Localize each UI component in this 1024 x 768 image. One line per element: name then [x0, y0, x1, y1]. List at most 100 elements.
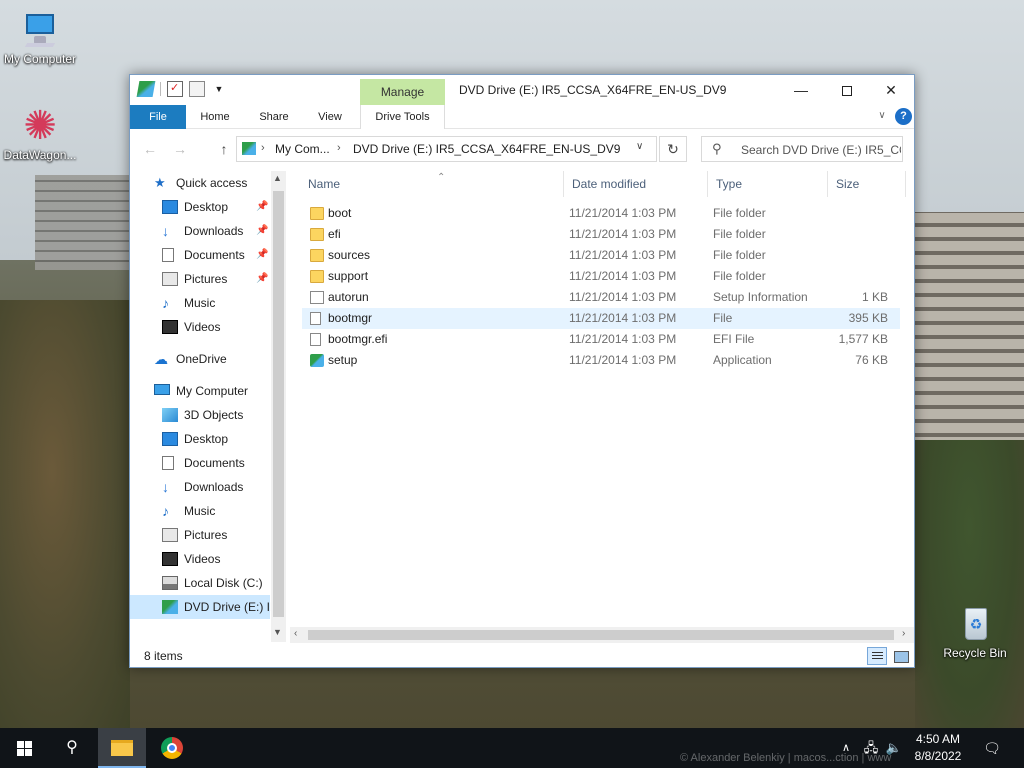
file-size: 1 KB	[861, 290, 888, 304]
navigation-pane-scrollbar[interactable]: ▲ ▼	[271, 171, 286, 642]
sidebar-item[interactable]: ♪ Music	[130, 291, 270, 315]
sidebar-item[interactable]: ♪ Music	[130, 499, 270, 523]
sidebar-item[interactable]: My Computer	[130, 379, 270, 403]
sidebar-item[interactable]: Desktop 📌	[130, 195, 270, 219]
file-type: EFI File	[713, 332, 755, 346]
table-row[interactable]: bootmgr.efi 11/21/2014 1:03 PM EFI File 1,5…	[302, 329, 900, 350]
help-icon[interactable]: ?	[895, 108, 912, 125]
breadcrumb-my-computer[interactable]: My Com...	[275, 142, 330, 156]
sidebar-item[interactable]: ↓ Downloads 📌	[130, 219, 270, 243]
table-row[interactable]: boot 11/21/2014 1:03 PM File folder	[302, 203, 900, 224]
sidebar-item-label: Downloads	[184, 480, 244, 494]
new-folder-icon[interactable]	[189, 81, 205, 97]
table-row[interactable]: setup 11/21/2014 1:03 PM Application 76 KB	[302, 350, 900, 371]
sidebar-item[interactable]: Documents 📌	[130, 243, 270, 267]
sidebar-item[interactable]: 3D Objects	[130, 403, 270, 427]
tab-drive-tools[interactable]: Drive Tools	[360, 105, 445, 129]
file-explorer-window: ▼ Manage DVD Drive (E:) IR5_CCSA_X64FRE_…	[129, 74, 915, 668]
desktop-icon	[162, 432, 178, 446]
tab-view[interactable]: View	[308, 105, 352, 129]
expand-ribbon-chevron-icon[interactable]: ∨	[875, 109, 889, 123]
file-list: Name ⌃ Date modified Type Size boot 11/21…	[290, 171, 914, 641]
table-row[interactable]: efi 11/21/2014 1:03 PM File folder	[302, 224, 900, 245]
scroll-down-icon[interactable]: ▼	[273, 627, 282, 637]
chevron-down-icon[interactable]: ▼	[211, 81, 227, 97]
sidebar-item-label: Documents	[184, 456, 245, 470]
file-date-modified: 11/21/2014 1:03 PM	[569, 311, 677, 325]
sidebar-item[interactable]: Videos	[130, 315, 270, 339]
search-box[interactable]: ⚲ Search DVD Drive (E:) IR5_CC...	[701, 136, 903, 162]
file-name: support	[328, 269, 369, 283]
breadcrumb-separator-icon[interactable]: ›	[337, 142, 341, 154]
sidebar-item[interactable]: Local Disk (C:)	[130, 571, 270, 595]
taskbar-search-icon[interactable]: ⚲	[48, 728, 96, 768]
close-button[interactable]: ✕	[868, 75, 914, 105]
details-view-button[interactable]	[867, 647, 887, 665]
taskbar-file-explorer[interactable]	[98, 728, 146, 768]
file-date-modified: 11/21/2014 1:03 PM	[569, 290, 677, 304]
up-button[interactable]: ↑	[214, 139, 234, 159]
recycle-bin-icon: ♻	[955, 604, 995, 644]
scroll-up-icon[interactable]: ▲	[273, 173, 282, 183]
table-row[interactable]: bootmgr 11/21/2014 1:03 PM File 395 KB	[302, 308, 900, 329]
picture-icon	[162, 272, 178, 286]
file-type: File folder	[713, 227, 766, 241]
column-header-type[interactable]: Type	[708, 171, 828, 197]
column-header-name[interactable]: Name ⌃	[300, 171, 564, 197]
notification-icon[interactable]: 🗨	[980, 728, 1004, 768]
scrollbar-thumb[interactable]	[273, 191, 284, 617]
tab-file[interactable]: File	[130, 105, 186, 129]
breadcrumb-dvd-drive[interactable]: DVD Drive (E:) IR5_CCSA_X64FRE_EN-US_DV9	[353, 142, 620, 156]
forward-button[interactable]: →	[170, 139, 190, 159]
desktop-icon-my-computer[interactable]: My Computer	[0, 10, 80, 66]
cloud-icon: ☁	[154, 351, 168, 367]
start-button[interactable]	[0, 728, 48, 768]
file-name: sources	[328, 248, 371, 262]
sidebar-item[interactable]: ☁ OneDrive	[130, 347, 270, 371]
table-row[interactable]: autorun 11/21/2014 1:03 PM Setup Informati…	[302, 287, 900, 308]
scroll-left-icon[interactable]: ‹	[294, 628, 297, 639]
address-bar[interactable]: › My Com... › DVD Drive (E:) IR5_CCSA_X6…	[236, 136, 657, 162]
music-icon: ♪	[162, 503, 169, 519]
picture-icon	[162, 528, 178, 542]
taskbar-chrome[interactable]	[148, 728, 196, 768]
column-header-size[interactable]: Size	[828, 171, 906, 197]
search-icon: ⚲	[712, 141, 722, 156]
file-date-modified: 11/21/2014 1:03 PM	[569, 332, 677, 346]
sidebar-item[interactable]: Desktop	[130, 427, 270, 451]
scroll-right-icon[interactable]: ›	[902, 628, 905, 639]
table-row[interactable]: sources 11/21/2014 1:03 PM File folder	[302, 245, 900, 266]
column-header-date-modified[interactable]: Date modified	[564, 171, 708, 197]
file-type: File folder	[713, 206, 766, 220]
address-history-chevron-icon[interactable]: ∨	[636, 141, 643, 152]
maximize-button[interactable]	[824, 75, 870, 105]
table-row[interactable]: support 11/21/2014 1:03 PM File folder	[302, 266, 900, 287]
back-button[interactable]: ←	[140, 139, 160, 159]
large-icons-view-button[interactable]	[891, 647, 911, 665]
file-icon	[310, 333, 321, 346]
computer-icon	[20, 10, 60, 50]
title-bar[interactable]: ▼ Manage DVD Drive (E:) IR5_CCSA_X64FRE_…	[130, 75, 914, 105]
file-size: 76 KB	[855, 353, 888, 367]
application-icon	[310, 354, 324, 367]
sidebar-item[interactable]: ★ Quick access	[130, 171, 270, 195]
sidebar-item[interactable]: Videos	[130, 547, 270, 571]
refresh-button[interactable]: ↻	[659, 136, 687, 162]
sidebar-item[interactable]: DVD Drive (E:) IR	[130, 595, 279, 619]
file-list-horizontal-scrollbar[interactable]: ‹ ›	[290, 627, 914, 643]
desktop-icon-datawagon[interactable]: ✺ DataWagon...	[0, 106, 80, 162]
desktop-icon-recycle-bin[interactable]: ♻ Recycle Bin	[935, 604, 1015, 660]
minimize-button[interactable]: —	[778, 75, 824, 105]
sidebar-item[interactable]: Pictures 📌	[130, 267, 270, 291]
clock[interactable]: 4:50 AM 8/8/2022	[905, 731, 971, 765]
sidebar-item[interactable]: Documents	[130, 451, 270, 475]
tab-home[interactable]: Home	[190, 105, 240, 129]
breadcrumb-separator-icon[interactable]: ›	[261, 142, 265, 154]
tab-share[interactable]: Share	[248, 105, 300, 129]
sidebar-item[interactable]: ↓ Downloads	[130, 475, 270, 499]
desktop-icon	[162, 200, 178, 214]
scrollbar-thumb[interactable]	[308, 630, 894, 640]
properties-icon[interactable]	[167, 81, 183, 97]
sidebar-item[interactable]: Pictures	[130, 523, 270, 547]
document-icon	[162, 456, 174, 470]
